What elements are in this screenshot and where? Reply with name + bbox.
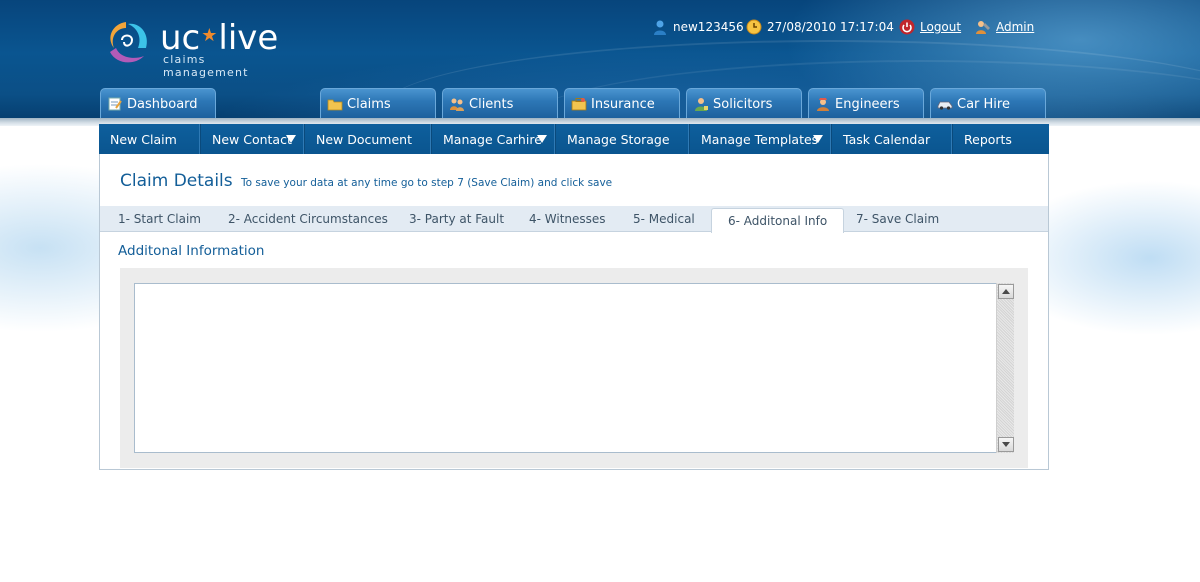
tab-label: Dashboard <box>127 96 198 112</box>
datetime: 27/08/2010 17:17:04 <box>767 20 894 34</box>
admin-icon <box>975 19 991 35</box>
tab-label: Car Hire <box>957 96 1010 112</box>
tab-label: Insurance <box>591 96 655 112</box>
admin-link[interactable]: Admin <box>996 20 1034 34</box>
editor-frame <box>120 268 1028 468</box>
nav-label: Manage Storage <box>567 131 670 147</box>
step-accident-circumstances[interactable]: 2- Accident Circumstances <box>228 206 388 232</box>
nav-label: New Contact <box>212 131 292 147</box>
nav-task-calendar[interactable]: Task Calendar <box>832 124 953 154</box>
step-medical[interactable]: 5- Medical <box>633 206 695 232</box>
tab-label: Claims <box>347 96 391 112</box>
page-hint: To save your data at any time go to step… <box>241 177 613 189</box>
nav-label: Reports <box>964 131 1012 147</box>
notepad-icon <box>107 97 123 111</box>
app-logo[interactable]: uc★live claims management <box>102 18 292 79</box>
scroll-up-icon[interactable] <box>998 284 1014 299</box>
nav-manage-templates[interactable]: Manage Templates <box>690 124 832 154</box>
tab-claims[interactable]: Claims <box>320 88 436 118</box>
tab-engineers[interactable]: Engineers <box>808 88 924 118</box>
nav-new-document[interactable]: New Document <box>305 124 432 154</box>
chevron-down-icon <box>813 135 823 143</box>
tab-label: Clients <box>469 96 514 112</box>
header: uc★live claims management new123456 27/0… <box>0 0 1200 118</box>
step-start-claim[interactable]: 1- Start Claim <box>118 206 201 232</box>
engineer-icon <box>815 97 831 111</box>
user-icon <box>652 19 668 35</box>
tab-solicitors[interactable]: Solicitors <box>686 88 802 118</box>
solicitor-icon <box>693 97 709 111</box>
clock-icon <box>746 19 762 35</box>
nav-manage-storage[interactable]: Manage Storage <box>556 124 690 154</box>
logout-item[interactable]: Logout <box>899 17 961 37</box>
tab-label: Engineers <box>835 96 900 112</box>
nav-new-claim[interactable]: New Claim <box>99 124 201 154</box>
nav-label: Task Calendar <box>843 131 931 147</box>
nav-reports[interactable]: Reports <box>953 124 1049 154</box>
section-title: Additonal Information <box>118 243 265 259</box>
username: new123456 <box>673 20 744 34</box>
textarea-scrollbar[interactable] <box>996 283 1014 453</box>
admin-item[interactable]: Admin <box>975 17 1034 37</box>
tab-clients[interactable]: Clients <box>442 88 558 118</box>
nav-label: Manage Templates <box>701 131 819 147</box>
logo-swirl-icon <box>110 22 147 63</box>
logout-link[interactable]: Logout <box>920 20 961 34</box>
step-tabs: 1- Start Claim 2- Accident Circumstances… <box>100 206 1048 233</box>
tab-car-hire[interactable]: Car Hire <box>930 88 1046 118</box>
sub-navigation: New Claim New Contact New Document Manag… <box>99 124 1049 154</box>
tab-dashboard[interactable]: Dashboard <box>100 88 216 118</box>
briefcase-icon <box>571 97 587 111</box>
folder-icon <box>327 97 343 111</box>
step-witnesses[interactable]: 4- Witnesses <box>529 206 606 232</box>
car-icon <box>937 97 953 111</box>
people-icon <box>449 97 465 111</box>
logo-tagline: claims management <box>163 53 249 79</box>
step-save-claim[interactable]: 7- Save Claim <box>856 206 939 232</box>
tab-insurance[interactable]: Insurance <box>564 88 680 118</box>
chevron-down-icon <box>537 135 547 143</box>
nav-label: Manage Carhire <box>443 131 542 147</box>
power-icon <box>899 19 915 35</box>
datetime-info: 27/08/2010 17:17:04 <box>746 17 894 37</box>
tab-label: Solicitors <box>713 96 773 112</box>
step-additional-info[interactable]: 6- Additonal Info <box>711 208 845 233</box>
chevron-down-icon <box>286 135 296 143</box>
nav-label: New Document <box>316 131 412 147</box>
nav-label: New Claim <box>110 131 177 147</box>
nav-new-contact[interactable]: New Contact <box>201 124 305 154</box>
user-info: new123456 <box>652 17 744 37</box>
step-party-at-fault[interactable]: 3- Party at Fault <box>409 206 504 232</box>
additional-info-textarea[interactable] <box>134 283 1014 453</box>
logo-text: uc★live <box>160 18 279 58</box>
content-panel: Claim Details To save your data at any t… <box>99 154 1049 470</box>
nav-manage-carhire[interactable]: Manage Carhire <box>432 124 556 154</box>
page-title: Claim Details <box>120 171 233 191</box>
scroll-down-icon[interactable] <box>998 437 1014 452</box>
